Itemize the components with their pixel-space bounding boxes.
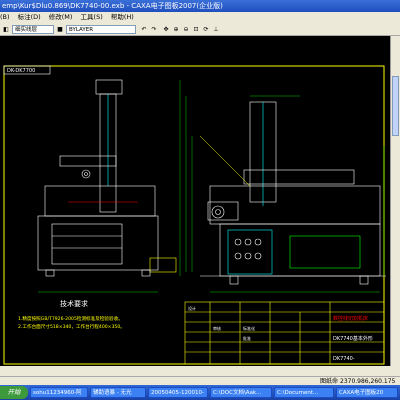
scrollbar-thumb[interactable]	[392, 76, 399, 136]
layer-icon[interactable]: ◧	[2, 25, 10, 34]
task-button-3[interactable]: C:\DOC文档\Aak...	[210, 387, 272, 398]
machine-front-view	[37, 79, 177, 277]
menu-item-annotate[interactable]: 标注(D)	[18, 12, 41, 23]
zoom-in-icon[interactable]: ⊕	[172, 25, 180, 34]
task-button-1[interactable]: 辅助语暴 - 无光	[90, 387, 146, 398]
drawing-svg: DK-DK7700 技术要求 1.精度按照GB/T7926-2005检测标准及检…	[3, 65, 386, 365]
task-button-0[interactable]: sohu11234960-阿	[30, 387, 88, 398]
zoom-window-icon[interactable]: ⊡	[192, 25, 200, 34]
menu-bar: (B) 标注(D) 修改(M) 工具(S) 帮助(H)	[0, 12, 400, 23]
tech-requirements-title: 技术要求	[60, 299, 88, 308]
front-handwheel-top	[95, 79, 123, 95]
status-bar: 图纸命 2370.986,260.175	[0, 376, 400, 385]
linetype-combo[interactable]: BYLAYER	[66, 25, 136, 34]
window-title: emp\Kur$Dlu0.869\DK7740-00.exb - CAXA电子图…	[2, 2, 223, 10]
drawing-canvas[interactable]: DK-DK7700 技术要求 1.精度按照GB/T7926-2005检测标准及检…	[0, 36, 390, 366]
window-title-bar: emp\Kur$Dlu0.869\DK7740-00.exb - CAXA电子图…	[0, 0, 400, 12]
machine-side-view	[200, 101, 386, 285]
tech-line-1: 1.精度按照GB/T7926-2005检测标准及检验验收。	[18, 315, 123, 322]
start-button[interactable]: 开始	[0, 386, 28, 399]
color-icon[interactable]: ■	[56, 25, 64, 34]
block-cell-review: 审核	[213, 325, 221, 331]
vertical-scrollbar[interactable]	[390, 36, 400, 366]
corner-label: DK-DK7700	[7, 68, 35, 74]
side-arm	[243, 169, 355, 185]
task-button-4[interactable]: C:\Document...	[274, 387, 334, 398]
block-model-label: DK7740基本外形	[333, 335, 373, 342]
tech-line-2: 2.工作台面尺寸518×340，工作台行程400×350。	[18, 323, 125, 330]
toolbar: ◧ 细实线层 ■ BYLAYER ↶ ↷ ✥ ⊕ ⊖ ⊡ ⟳ ⊥	[0, 23, 400, 36]
block-model-code: DK7740-	[333, 356, 355, 362]
menu-item-0[interactable]: (B)	[0, 12, 10, 23]
task-button-2[interactable]: 20050405-120010-	[148, 387, 208, 398]
task-button-5[interactable]: CAXA电子图板20	[336, 387, 398, 398]
title-block	[184, 301, 385, 365]
command-line[interactable]	[0, 366, 400, 376]
block-cell-approve: 批准	[243, 335, 251, 341]
menu-item-modify[interactable]: 修改(M)	[49, 12, 73, 23]
layer-combo[interactable]: 细实线层	[12, 25, 54, 34]
taskbar: 开始 sohu11234960-阿 辅助语暴 - 无光 20050405-120…	[0, 385, 400, 400]
redo-icon[interactable]: ↷	[150, 25, 158, 34]
block-cell-design: 设计	[188, 305, 196, 311]
undo-icon[interactable]: ↶	[140, 25, 148, 34]
block-scale-label: 数控线切割机床	[333, 315, 368, 322]
pan-icon[interactable]: ✥	[162, 25, 170, 34]
side-worktable	[209, 185, 381, 225]
leader-line	[199, 135, 251, 187]
block-cell-standard: 标准化	[243, 325, 255, 331]
menu-item-tools[interactable]: 工具(S)	[81, 12, 103, 23]
measure-icon[interactable]: ⊥	[212, 25, 220, 34]
zoom-out-icon[interactable]: ⊖	[182, 25, 190, 34]
refresh-icon[interactable]: ⟳	[202, 25, 210, 34]
side-dimensions	[210, 95, 385, 293]
menu-item-help[interactable]: 帮助(H)	[111, 12, 134, 23]
